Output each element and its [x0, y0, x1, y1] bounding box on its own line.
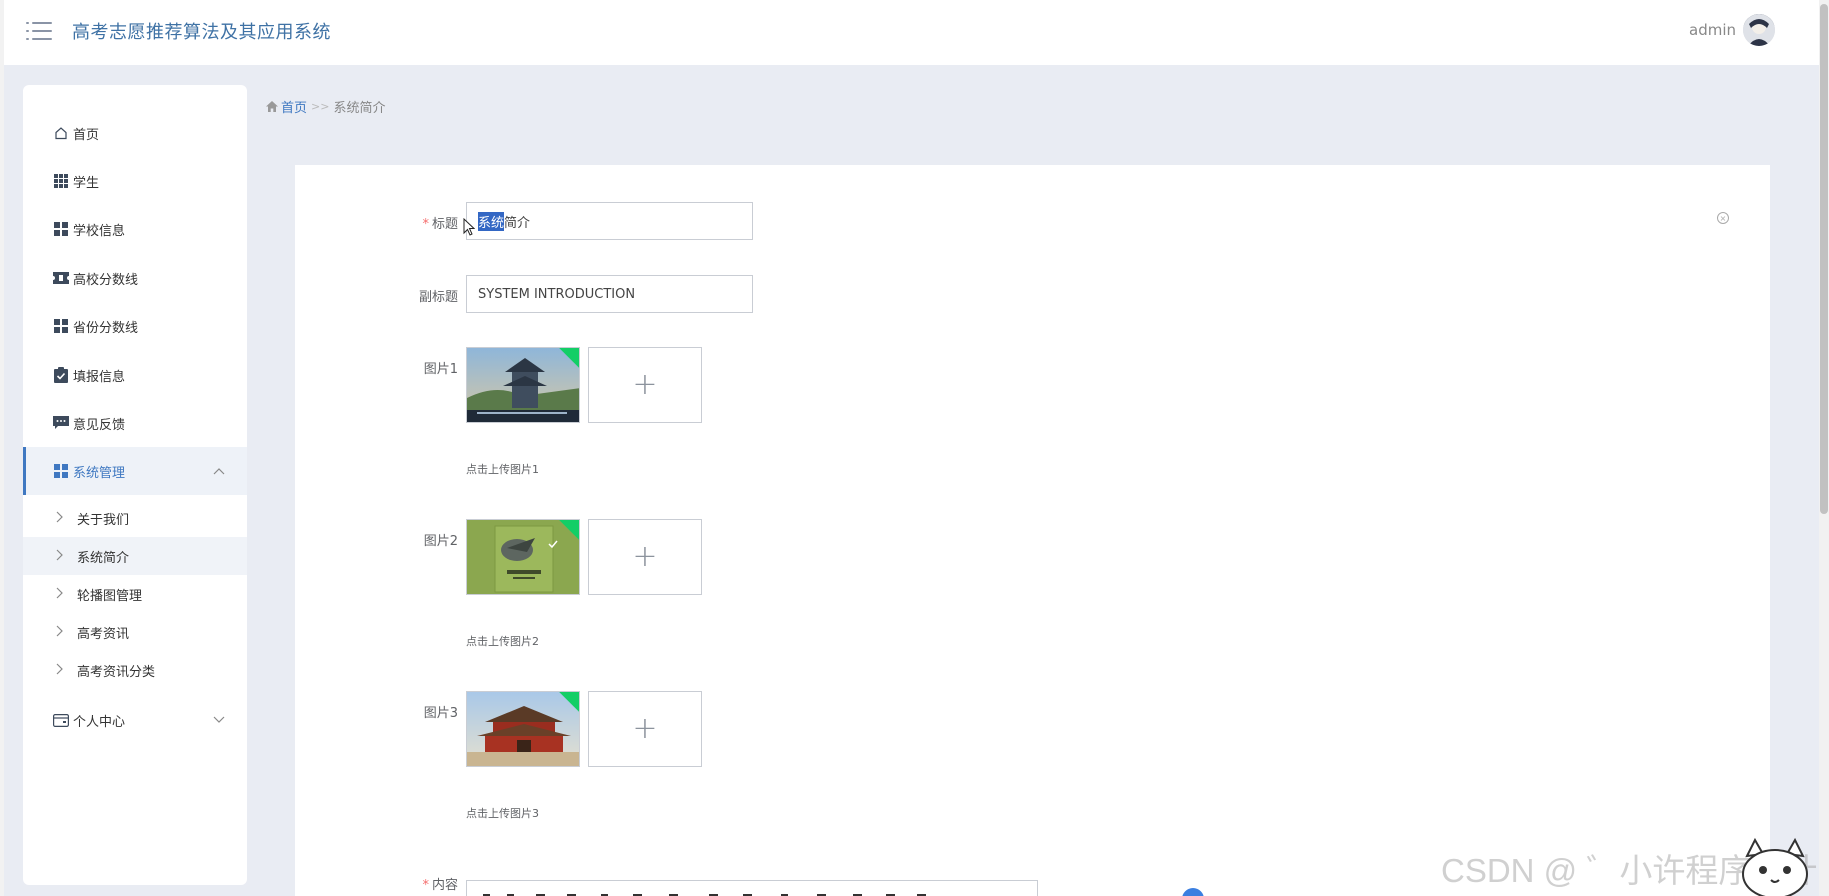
subtitle-label: 副标题: [418, 290, 458, 305]
sidebar: 首页 学生 学校信息 高校分数线 省份分数线 填报信息 意见反馈 系统管理 关于…: [23, 85, 247, 885]
subtitle-input[interactable]: SYSTEM INTRODUCTION: [466, 275, 753, 313]
sidebar-sub-item-about-us[interactable]: 关于我们: [23, 499, 247, 537]
menu-toggle-icon[interactable]: [26, 20, 52, 42]
book-cover-photo: [467, 520, 579, 594]
grid-icon: [53, 463, 69, 479]
chevron-right-icon: [55, 663, 71, 678]
plus-icon: +: [632, 711, 658, 746]
chevron-up-icon: [213, 464, 225, 478]
clipboard-check-icon: [53, 367, 69, 383]
title-label: * 标题: [422, 217, 458, 232]
subtitle-input-text: SYSTEM INTRODUCTION: [478, 286, 636, 302]
home-icon: [53, 125, 69, 141]
mascot-image: [1742, 837, 1808, 896]
editor-toolbar-icons[interactable]: [481, 891, 941, 896]
sidebar-item-province-scores[interactable]: 省份分数线: [23, 302, 247, 350]
sidebar-item-label: 个人中心: [73, 714, 126, 730]
grid-icon: [53, 221, 69, 237]
sidebar-sub-item-news-category[interactable]: 高考资讯分类: [23, 651, 247, 689]
image2-label: 图片2: [423, 534, 458, 549]
ticket-icon: [53, 270, 69, 286]
image3-label: 图片3: [423, 706, 458, 721]
sidebar-sub-item-label: 轮播图管理: [77, 588, 143, 604]
image2-upload-button[interactable]: +: [588, 519, 702, 595]
sidebar-item-label: 意见反馈: [73, 417, 126, 433]
image2-thumbnail[interactable]: [466, 519, 580, 595]
grid-icon: [53, 318, 69, 334]
sidebar-item-label: 学生: [73, 175, 100, 191]
image1-label: 图片1: [423, 362, 458, 377]
sidebar-sub-item-carousel[interactable]: 轮播图管理: [23, 575, 247, 613]
content-label: * 内容: [422, 878, 458, 893]
image3-upload-button[interactable]: +: [588, 691, 702, 767]
grid-icon: [53, 173, 69, 189]
app-title: 高考志愿推荐算法及其应用系统: [72, 22, 331, 43]
chevron-right-icon: [55, 549, 71, 564]
sidebar-item-home[interactable]: 首页: [23, 109, 247, 157]
image1-upload-button[interactable]: +: [588, 347, 702, 423]
sidebar-item-application-info[interactable]: 填报信息: [23, 351, 247, 399]
clear-icon[interactable]: ×: [1717, 212, 1729, 224]
breadcrumb-home-label: 首页: [281, 101, 308, 116]
mouse-cursor-icon: [463, 218, 475, 236]
content-editor-toolbar[interactable]: [466, 880, 1038, 896]
card-icon: [53, 712, 69, 728]
top-header: 高考志愿推荐算法及其应用系统 admin: [4, 0, 1819, 65]
chevron-right-icon: [55, 587, 71, 602]
sidebar-sub-item-label: 高考资讯分类: [77, 664, 156, 680]
sidebar-item-school-info[interactable]: 学校信息: [23, 205, 247, 253]
sidebar-sub-item-label: 系统简介: [77, 550, 130, 566]
chevron-down-icon: [213, 713, 225, 727]
sidebar-item-students[interactable]: 学生: [23, 157, 247, 205]
sidebar-item-personal-center[interactable]: 个人中心: [23, 696, 247, 744]
sidebar-item-label: 填报信息: [73, 369, 126, 385]
palace-photo: [467, 692, 579, 766]
breadcrumb-home[interactable]: 首页: [266, 97, 307, 116]
page-scrollbar-thumb[interactable]: [1820, 4, 1828, 514]
sidebar-item-label: 系统管理: [73, 465, 126, 481]
user-name[interactable]: admin: [1689, 21, 1736, 39]
pavilion-photo: [467, 348, 579, 422]
window-left-edge: [0, 0, 4, 896]
title-input[interactable]: 系统 简介: [466, 202, 753, 240]
title-input-text: 简介: [504, 215, 531, 231]
sidebar-item-label: 学校信息: [73, 223, 126, 239]
sidebar-sub-item-label: 高考资讯: [77, 626, 130, 642]
sidebar-sub-item-news[interactable]: 高考资讯: [23, 613, 247, 651]
breadcrumb: 首页 >> 系统简介: [266, 97, 385, 116]
sidebar-sub-item-system-intro[interactable]: 系统简介: [23, 537, 247, 575]
image1-thumbnail[interactable]: [466, 347, 580, 423]
breadcrumb-current: 系统简介: [333, 101, 386, 116]
image2-hint: 点击上传图片2: [466, 635, 539, 648]
message-icon: [53, 415, 69, 431]
sidebar-item-label: 高校分数线: [73, 272, 139, 288]
image3-hint: 点击上传图片3: [466, 807, 539, 820]
sidebar-item-label: 首页: [73, 127, 100, 143]
plus-icon: +: [632, 539, 658, 574]
title-input-selected-text: 系统: [478, 211, 505, 231]
avatar[interactable]: [1743, 14, 1775, 46]
image3-thumbnail[interactable]: [466, 691, 580, 767]
sidebar-item-college-scores[interactable]: 高校分数线: [23, 254, 247, 302]
avatar-image: [1743, 14, 1775, 46]
sidebar-item-label: 省份分数线: [73, 320, 139, 336]
home-icon: [266, 101, 278, 112]
sidebar-sub-item-label: 关于我们: [77, 512, 130, 528]
breadcrumb-separator: >>: [311, 100, 330, 113]
image1-hint: 点击上传图片1: [466, 463, 539, 476]
sidebar-item-feedback[interactable]: 意见反馈: [23, 399, 247, 447]
sidebar-item-system-management[interactable]: 系统管理: [23, 447, 247, 495]
chevron-right-icon: [55, 511, 71, 526]
plus-icon: +: [632, 367, 658, 402]
chevron-right-icon: [55, 625, 71, 640]
